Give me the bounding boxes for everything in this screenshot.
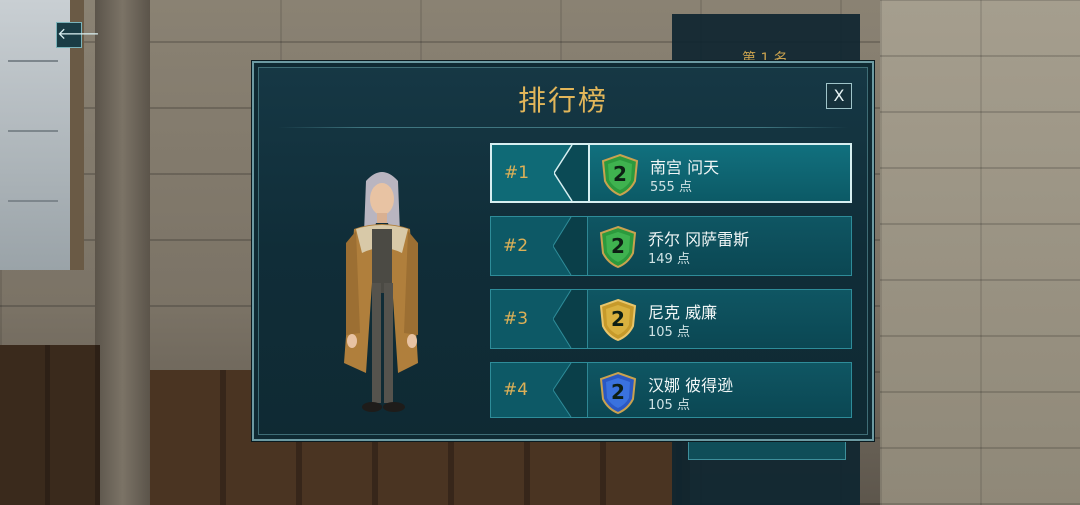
- rank-content: 2 乔尔 冈萨雷斯 149 点: [587, 217, 851, 275]
- player-name: 尼克 威廉: [648, 303, 718, 322]
- player-points: 149 点: [648, 252, 690, 267]
- back-button[interactable]: 🡐: [56, 22, 100, 48]
- chevron-left-icon: [553, 290, 587, 348]
- badge-level: 2: [611, 307, 625, 331]
- rank-tab: #3: [491, 290, 587, 348]
- badge-level: 2: [611, 380, 625, 404]
- shield-badge-icon: 2: [598, 225, 638, 269]
- arrow-left-icon: 🡐: [57, 24, 100, 43]
- close-button[interactable]: X: [826, 83, 852, 109]
- stone-wall-right: [880, 0, 1080, 505]
- leaderboard-modal: 排行榜 X #1 2 南宫 问天 555 点 #2 2 乔尔 冈萨雷斯 149 …: [252, 61, 874, 441]
- shield-badge-icon: 2: [600, 153, 640, 197]
- shield-badge-icon: 2: [598, 298, 638, 342]
- rank-number: #4: [503, 380, 529, 400]
- rank-number: #2: [503, 236, 529, 256]
- player-points: 105 点: [648, 398, 690, 413]
- stone-pillar: [95, 0, 150, 505]
- window-pane: [8, 60, 58, 62]
- chevron-left-icon: [553, 363, 587, 417]
- window-pane: [8, 130, 58, 132]
- window-pane: [8, 200, 58, 202]
- rank-content: 2 尼克 威廉 105 点: [587, 290, 851, 348]
- player-name: 汉娜 彼得逊: [648, 376, 734, 395]
- rank-tab: #4: [491, 363, 587, 417]
- leaderboard-list: #1 2 南宫 问天 555 点 #2 2 乔尔 冈萨雷斯 149 点 #3 2…: [490, 143, 852, 418]
- player-points: 105 点: [648, 325, 690, 340]
- player-name: 乔尔 冈萨雷斯: [648, 230, 750, 249]
- leaderboard-row[interactable]: #3 2 尼克 威廉 105 点: [490, 289, 852, 349]
- rank-content: 2 南宫 问天 555 点: [588, 145, 850, 201]
- leaderboard-row[interactable]: #2 2 乔尔 冈萨雷斯 149 点: [490, 216, 852, 276]
- close-icon: X: [833, 86, 845, 105]
- player-avatar: [332, 163, 432, 433]
- avatar-figure-icon: [344, 172, 418, 412]
- player-name: 南宫 问天: [650, 158, 720, 177]
- title-divider: [278, 127, 848, 128]
- badge-level: 2: [611, 234, 625, 258]
- chevron-left-icon: [553, 217, 587, 275]
- rank-number: #3: [503, 309, 529, 329]
- badge-level: 2: [613, 162, 627, 186]
- rank-number: #1: [504, 163, 530, 183]
- chevron-left-icon: [554, 145, 588, 201]
- rank-tab: #2: [491, 217, 587, 275]
- shield-badge-icon: 2: [598, 371, 638, 415]
- rank-tab: #1: [492, 145, 588, 201]
- wood-panel: [0, 345, 100, 505]
- modal-title: 排行榜: [517, 84, 608, 117]
- player-points: 555 点: [650, 180, 692, 195]
- leaderboard-row[interactable]: #1 2 南宫 问天 555 点: [490, 143, 852, 203]
- leaderboard-row[interactable]: #4 2 汉娜 彼得逊 105 点: [490, 362, 852, 418]
- rank-content: 2 汉娜 彼得逊 105 点: [587, 363, 851, 417]
